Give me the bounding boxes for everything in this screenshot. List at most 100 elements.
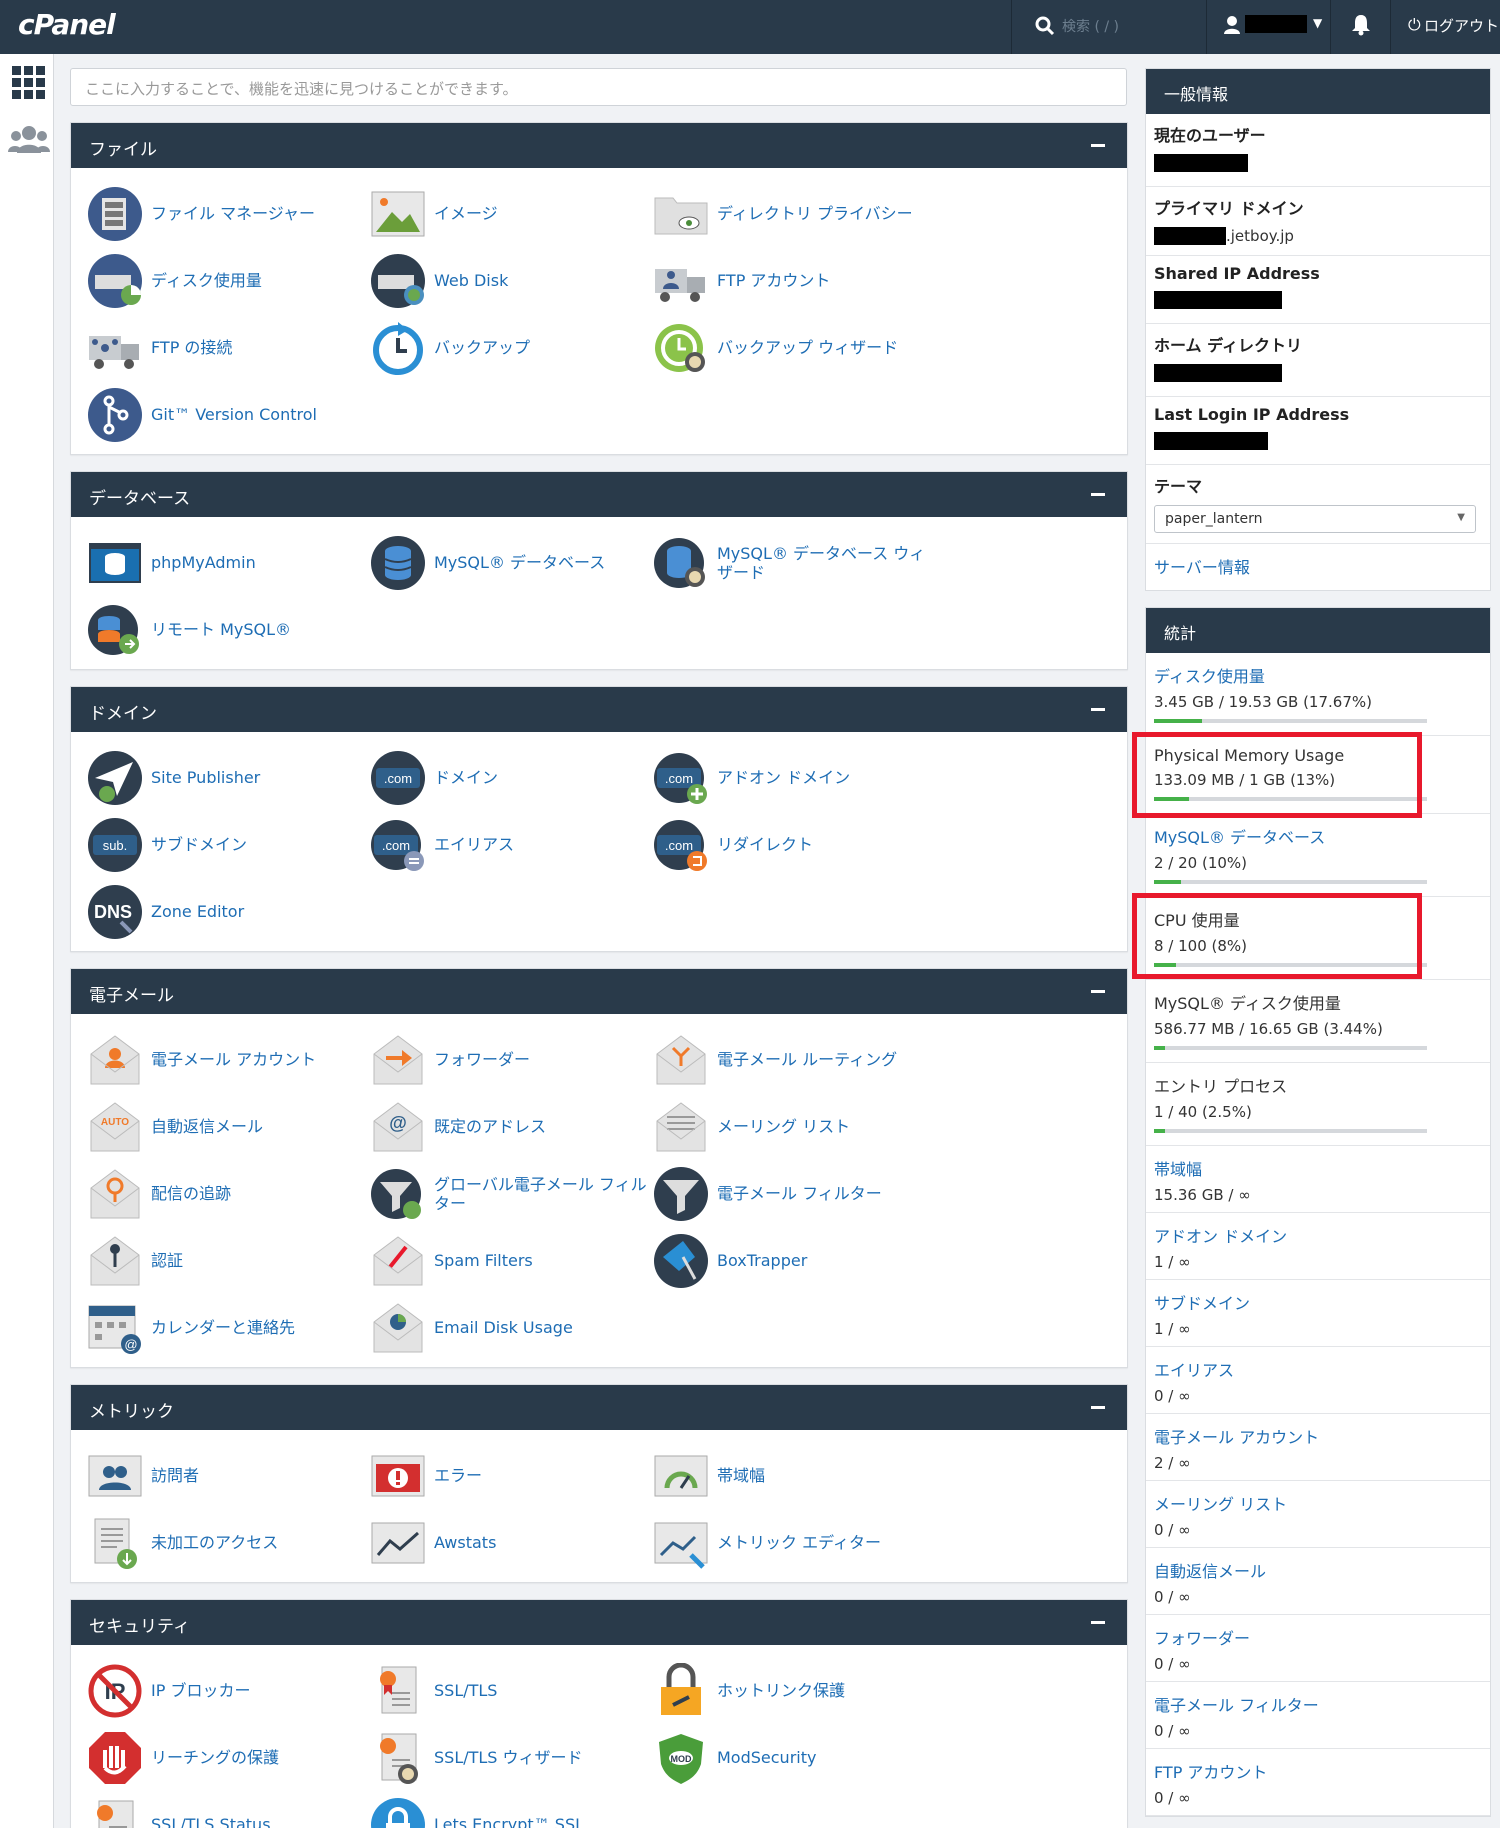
primary-domain-row: プライマリ ドメイン .jetboy.jp [1146,187,1490,256]
panel-files-header[interactable]: ファイル [71,123,1127,168]
item-mysql-databases[interactable]: MySQL® データベース [370,529,653,596]
stat-label[interactable]: MySQL® データベース [1154,824,1482,848]
item-visitors[interactable]: 訪問者 [87,1442,370,1509]
item-leech-protection[interactable]: リーチングの保護 [87,1724,370,1791]
item-label: SSL/TLS ウィザード [434,1748,583,1767]
stat-label[interactable]: エイリアス [1154,1357,1482,1381]
svg-text:.com: .com [384,771,412,786]
collapse-icon[interactable] [1091,990,1105,993]
item-hotlink-protection[interactable]: ホットリンク保護 [653,1657,936,1724]
item-redirects[interactable]: .com リダイレクト [653,811,936,878]
stat-label[interactable]: 電子メール アカウント [1154,1424,1482,1448]
server-info-link[interactable]: サーバー情報 [1146,544,1490,590]
panel-metrics-header[interactable]: メトリック [71,1385,1127,1430]
item-file-manager[interactable]: ファイル マネージャー [87,180,370,247]
item-disk-usage[interactable]: ディスク使用量 [87,247,370,314]
item-label: イメージ [434,204,498,223]
collapse-icon[interactable] [1091,493,1105,496]
chevron-down-icon: ▼ [1313,16,1323,30]
item-label: SSL/TLS [434,1681,498,1700]
item-lets-encrypt[interactable]: Lets Encrypt™ SSL [370,1791,653,1828]
logout-button[interactable]: ⏻ ログアウト [1390,0,1500,54]
panel-email-header[interactable]: 電子メール [71,969,1127,1014]
item-directory-privacy[interactable]: ディレクトリ プライバシー [653,180,936,247]
grid-icon[interactable] [12,66,46,100]
item-calendars-contacts[interactable]: @ カレンダーと連絡先 [87,1294,370,1361]
stat-label[interactable]: 自動返信メール [1154,1558,1482,1582]
item-ftp-accounts[interactable]: FTP アカウント [653,247,936,314]
users-icon[interactable] [8,124,50,154]
stat-label[interactable]: フォワーダー [1154,1625,1482,1649]
item-label: ファイル マネージャー [151,204,315,223]
item-bandwidth[interactable]: 帯域幅 [653,1442,936,1509]
item-email-routing[interactable]: 電子メール ルーティング [653,1026,936,1093]
item-metrics-editor[interactable]: メトリック エディター [653,1509,936,1576]
folder-eye-icon [654,197,708,234]
stat-label[interactable]: 帯域幅 [1154,1156,1482,1180]
stat-label[interactable]: FTP アカウント [1154,1759,1482,1783]
item-ftp-connections[interactable]: FTP の接続 [87,314,370,381]
user-menu[interactable]: ▼ [1206,0,1330,54]
item-site-publisher[interactable]: Site Publisher [87,744,370,811]
item-images[interactable]: イメージ [370,180,653,247]
item-errors[interactable]: エラー [370,1442,653,1509]
stat-label[interactable]: ディスク使用量 [1154,663,1482,687]
item-zone-editor[interactable]: DNS Zone Editor [87,878,370,945]
item-phpmyadmin[interactable]: phpMyAdmin [87,529,370,596]
collapse-icon[interactable] [1091,144,1105,147]
item-git-version-control[interactable]: Git™ Version Control [87,381,370,448]
item-domains[interactable]: .com ドメイン [370,744,653,811]
item-ssl-tls[interactable]: SSL/TLS [370,1657,653,1724]
panel-databases-header[interactable]: データベース [71,472,1127,517]
item-addon-domains[interactable]: .com アドオン ドメイン [653,744,936,811]
panel-security-header[interactable]: セキュリティ [71,1600,1127,1645]
item-raw-access[interactable]: 未加工のアクセス [87,1509,370,1576]
item-global-email-filters[interactable]: グローバル電子メール フィルター [370,1160,653,1227]
item-forwarders[interactable]: フォワーダー [370,1026,653,1093]
item-backup[interactable]: バックアップ [370,314,653,381]
search-input[interactable]: 検索 ( / ) [1062,16,1119,36]
stat-value: 0 / ∞ [1154,1588,1191,1606]
collapse-icon[interactable] [1091,708,1105,711]
notifications-button[interactable] [1330,0,1390,54]
panel-domains-header[interactable]: ドメイン [71,687,1127,732]
item-ssl-tls-wizard[interactable]: SSL/TLS ウィザード [370,1724,653,1791]
stat-label[interactable]: サブドメイン [1154,1290,1482,1314]
svg-text:sub.: sub. [103,838,128,853]
stat-value: 3.45 GB / 19.53 GB (17.67%) [1154,693,1372,711]
item-email-accounts[interactable]: 電子メール アカウント [87,1026,370,1093]
stat-label[interactable]: アドオン ドメイン [1154,1223,1482,1247]
item-label: グローバル電子メール フィルター [434,1174,647,1213]
item-ssl-tls-status[interactable]: SSL/TLS Status [87,1791,370,1828]
item-awstats[interactable]: Awstats [370,1509,653,1576]
item-web-disk[interactable]: Web Disk [370,247,653,314]
stats-list: ディスク使用量 3.45 GB / 19.53 GB (17.67%) Physic… [1132,653,1490,1816]
item-mysql-database-wizard[interactable]: MySQL® データベース ウィザード [653,529,936,596]
collapse-icon[interactable] [1091,1406,1105,1409]
stat-value: 15.36 GB / ∞ [1154,1186,1251,1204]
item-backup-wizard[interactable]: バックアップ ウィザード [653,314,936,381]
item-ip-blocker[interactable]: IP IP ブロッカー [87,1657,370,1724]
item-spam-filters[interactable]: Spam Filters [370,1227,653,1294]
item-autoresponders[interactable]: AUTO 自動返信メール [87,1093,370,1160]
item-mailing-lists[interactable]: メーリング リスト [653,1093,936,1160]
item-aliases[interactable]: .com エイリアス [370,811,653,878]
cpanel-logo[interactable]: cPanel [18,8,116,41]
theme-select[interactable]: paper_lantern ▼ [1154,505,1476,533]
quick-find-input[interactable]: ここに入力することで、機能を迅速に見つけることができます。 [70,68,1127,106]
top-search[interactable]: 検索 ( / ) [1011,0,1206,54]
item-authentication[interactable]: 認証 [87,1227,370,1294]
item-subdomains[interactable]: sub. サブドメイン [87,811,370,878]
current-user-row: 現在のユーザー [1146,114,1490,187]
stat-label[interactable]: メーリング リスト [1154,1491,1482,1515]
item-track-delivery[interactable]: 配信の追跡 [87,1160,370,1227]
item-email-disk-usage[interactable]: Email Disk Usage [370,1294,653,1361]
stat-label[interactable]: 電子メール フィルター [1154,1692,1482,1716]
usage-progress-bar [1154,880,1427,884]
item-default-address[interactable]: @ 既定のアドレス [370,1093,653,1160]
collapse-icon[interactable] [1091,1621,1105,1624]
item-remote-mysql[interactable]: リモート MySQL® [87,596,370,663]
item-boxtrapper[interactable]: BoxTrapper [653,1227,936,1294]
item-modsecurity[interactable]: MOD ModSecurity [653,1724,936,1791]
item-email-filters[interactable]: 電子メール フィルター [653,1160,936,1227]
